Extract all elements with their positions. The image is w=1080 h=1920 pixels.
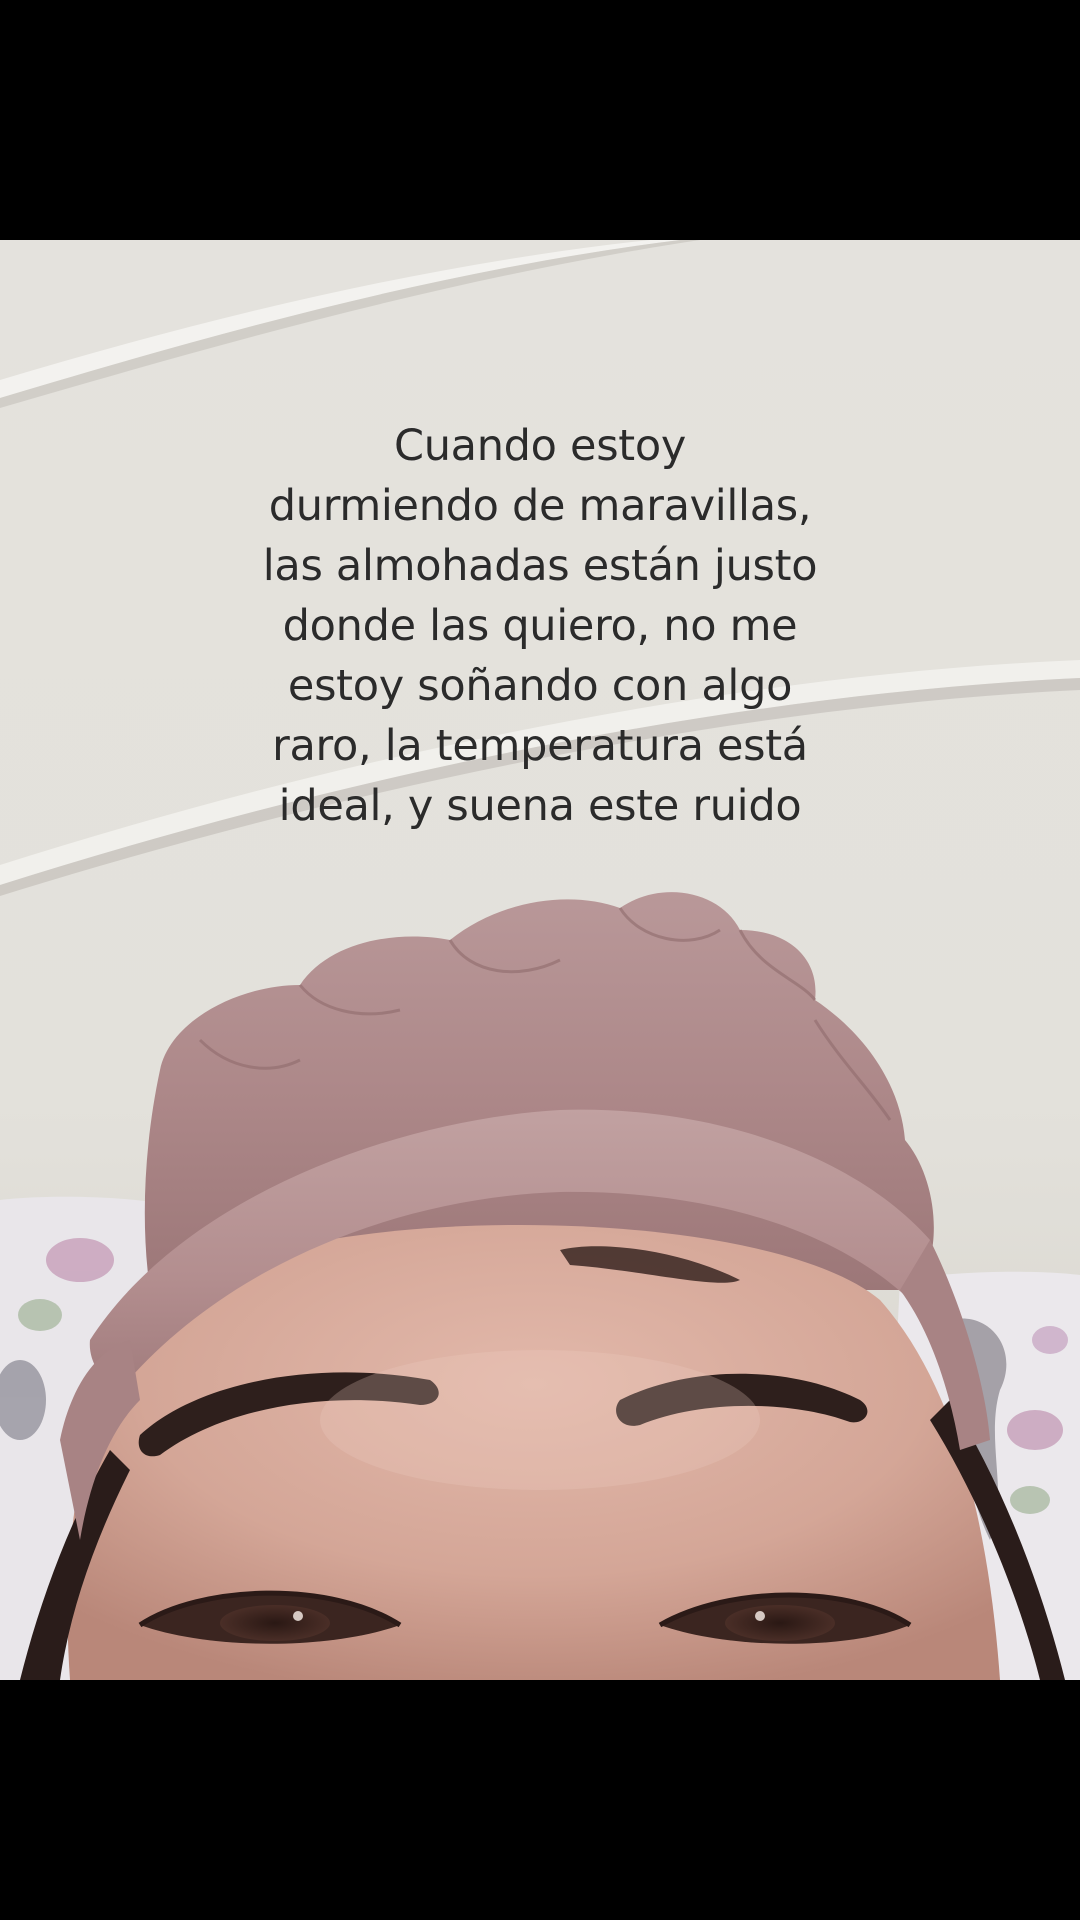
video-frame: Cuando estoy durmiendo de maravillas, la… — [0, 240, 1080, 1680]
bottom-letterbox — [0, 1680, 1080, 1920]
video-caption: Cuando estoy durmiendo de maravillas, la… — [262, 421, 818, 831]
top-letterbox — [0, 0, 1080, 240]
